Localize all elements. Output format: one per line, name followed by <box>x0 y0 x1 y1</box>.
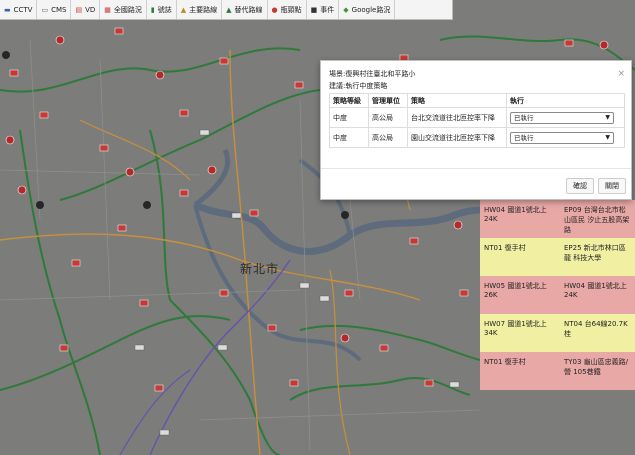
action-select-value: 已執行 <box>514 133 534 142</box>
row-level: 中度 <box>329 107 369 128</box>
toolbar-item-6[interactable]: ▲ 替代路線 <box>222 0 268 19</box>
bottleneck-icon: ● <box>271 5 278 14</box>
toolbar-item-label: 瓶頸點 <box>280 5 302 14</box>
list-item[interactable]: HW05 國道1號北上 26K HW04 國道1號北上 24K <box>480 276 635 314</box>
toolbar-item-5[interactable]: ▲ 主要路線 <box>177 0 223 19</box>
alt-route-icon: ▲ <box>226 5 232 14</box>
list-item-origin: HW04 國道1號北上 24K <box>484 206 547 223</box>
suggestion-text: 建議:執行中度策略 <box>329 82 388 90</box>
table-header-row: 策略等級 管理單位 策略 執行 <box>329 93 625 108</box>
list-item-destination: TY03 龜山區忠義路/營 105巷鐵 <box>564 358 629 376</box>
table-row: 中度 高公局 台北交流道往北匝控率下降 已執行 ▼ <box>329 107 625 128</box>
dropdown-arrow-icon: ▼ <box>605 133 610 141</box>
table-row: 中度 高公局 園山交流道往北匝控率下降 已執行 ▼ <box>329 127 625 148</box>
list-item[interactable]: NT01 復手村 EP25 新北市林口區龍 科技大學 <box>480 238 635 276</box>
list-item-origin: NT01 復手村 <box>484 244 526 252</box>
close-button[interactable]: 關閉 <box>598 178 626 194</box>
route-list-panel: HW04 國道1號北上 24K EP09 台灣台北市松山區民 汐止五股高架路 NT0… <box>480 200 635 398</box>
list-item-origin: HW05 國道1號北上 26K <box>484 282 547 299</box>
list-item[interactable]: HW04 國道1號北上 24K EP09 台灣台北市松山區民 汐止五股高架路 <box>480 200 635 238</box>
camera-icon: ▬ <box>4 5 11 14</box>
row-strategy: 園山交流道往北匝控率下降 <box>407 127 507 148</box>
toolbar-item-2[interactable]: ▤ VD <box>71 0 101 19</box>
list-item-destination: HW04 國道1號北上 24K <box>564 282 627 299</box>
list-item-destination: EP09 台灣台北市松山區民 汐止五股高架路 <box>564 206 630 234</box>
list-item-destination: NT04 台64線20.7K桂 <box>564 320 628 338</box>
dropdown-arrow-icon: ▼ <box>605 113 610 121</box>
detector-icon: ▤ <box>75 5 83 14</box>
toolbar-item-label: CMS <box>51 5 67 14</box>
list-item[interactable]: NT01 復手村 TY03 龜山區忠義路/營 105巷鐵 <box>480 352 635 390</box>
toolbar-item-4[interactable]: ▮ 號誌 <box>147 0 177 19</box>
toolbar-item-label: 全國路況 <box>113 5 142 14</box>
sign-icon: ▭ <box>41 5 49 14</box>
toolbar-item-7[interactable]: ● 瓶頸點 <box>268 0 307 19</box>
layer-toolbar: ▬ CCTV ▭ CMS ▤ VD ▦ 全國路況 ▮ 號誌 ▲ 主要路線 ▲ 替代路線 ● 瓶頸點 ■ 事件 ◆ Go… <box>0 0 453 20</box>
strategy-table: 策略等級 管理單位 策略 執行 中度 高公局 台北交流道往北匝控率下降 已執行 ▼… <box>329 93 625 148</box>
list-item-origin: NT01 復手村 <box>484 358 526 366</box>
toolbar-item-label: 替代路線 <box>234 5 263 14</box>
toolbar-item-label: 號誌 <box>157 5 172 14</box>
action-select[interactable]: 已執行 ▼ <box>510 111 614 124</box>
toolbar-item-3[interactable]: ▦ 全國路況 <box>100 0 147 19</box>
toolbar-item-8[interactable]: ■ 事件 <box>307 0 340 19</box>
map-city-label: 新北市 <box>240 262 280 276</box>
toolbar-item-label: 事件 <box>320 5 335 14</box>
toolbar-item-1[interactable]: ▭ CMS <box>37 0 72 19</box>
header-strategy: 策略 <box>407 93 507 108</box>
row-strategy: 台北交流道往北匝控率下降 <box>407 107 507 128</box>
close-icon[interactable]: × <box>617 69 625 79</box>
strategy-dialog: × 場景:復興村往臺北和平路小 建議:執行中度策略 策略等級 管理單位 策略 執… <box>320 60 632 200</box>
scenario-text: 場景:復興村往臺北和平路小 <box>329 70 416 78</box>
action-select[interactable]: 已執行 ▼ <box>510 131 614 144</box>
confirm-button[interactable]: 確認 <box>566 178 594 194</box>
toolbar-item-0[interactable]: ▬ CCTV <box>0 0 38 19</box>
toolbar-item-9[interactable]: ◆ Google路況 <box>339 0 396 19</box>
header-level: 策略等級 <box>329 93 369 108</box>
google-traffic-icon: ◆ <box>343 5 349 14</box>
dialog-divider <box>321 168 631 169</box>
header-action: 執行 <box>506 93 625 108</box>
row-unit: 高公局 <box>368 127 408 148</box>
list-item-origin: HW07 國道1號北上 34K <box>484 320 547 337</box>
traffic-light-icon: ▮ <box>150 5 155 14</box>
list-item[interactable]: HW07 國道1號北上 34K NT04 台64線20.7K桂 <box>480 314 635 352</box>
main-route-icon: ▲ <box>180 5 187 14</box>
header-unit: 管理單位 <box>368 93 408 108</box>
row-unit: 高公局 <box>368 107 408 128</box>
action-select-value: 已執行 <box>514 113 534 122</box>
toolbar-item-label: 主要路線 <box>189 5 218 14</box>
incident-icon: ■ <box>310 5 318 14</box>
row-level: 中度 <box>329 127 369 148</box>
toolbar-item-label: CCTV <box>13 5 33 14</box>
traffic-icon: ▦ <box>104 5 111 14</box>
toolbar-item-label: VD <box>85 5 96 14</box>
list-item-destination: EP25 新北市林口區龍 科技大學 <box>564 244 626 262</box>
toolbar-item-label: Google路況 <box>351 5 391 14</box>
